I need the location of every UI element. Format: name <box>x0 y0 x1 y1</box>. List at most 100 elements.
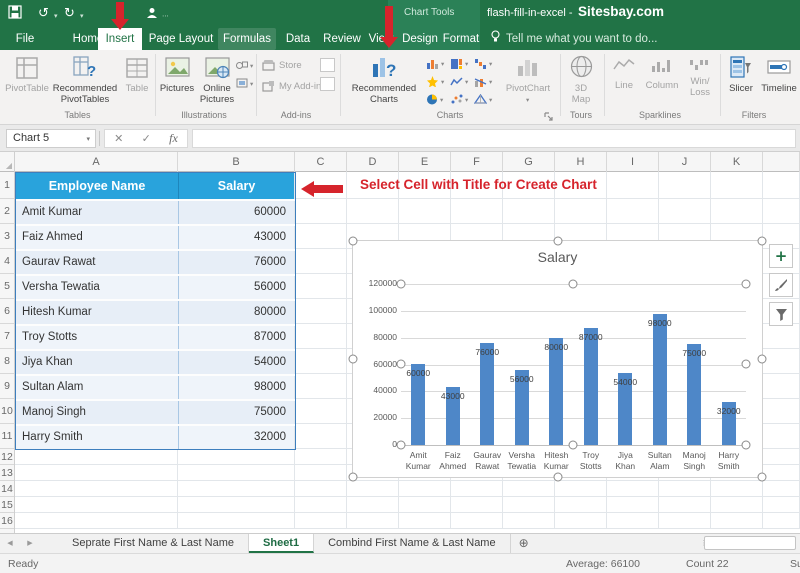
employee-name-cell[interactable]: Troy Stotts <box>16 326 179 349</box>
selection-handle[interactable] <box>553 237 562 246</box>
sheet-tab[interactable]: Combind First Name & Last Name <box>314 534 511 553</box>
sheet-tab[interactable]: Sheet1 <box>249 534 314 553</box>
charts-dialog-launcher[interactable] <box>544 108 554 118</box>
salary-cell[interactable]: 54000 <box>179 351 294 374</box>
insert-line-chart-button[interactable]: ▾ <box>450 76 468 87</box>
plot-selection-handle[interactable] <box>397 280 406 289</box>
column-header[interactable]: J <box>659 152 711 172</box>
column-header[interactable]: H <box>555 152 607 172</box>
tab-format[interactable]: Format <box>440 28 482 50</box>
insert-pie-chart-button[interactable]: ▾ <box>426 94 443 105</box>
screenshot-button[interactable]: ▾ <box>236 78 253 89</box>
pivottable-button[interactable] <box>6 56 48 85</box>
tab-formulas[interactable]: Formulas <box>218 28 276 50</box>
bar[interactable] <box>549 338 563 445</box>
employee-name-cell[interactable]: Versha Tewatia <box>16 276 179 299</box>
slicer-button[interactable] <box>724 55 758 84</box>
sparkline-winloss-button[interactable] <box>684 58 716 77</box>
name-box[interactable]: Chart 5 ▾ <box>6 129 96 148</box>
tab-file[interactable]: File <box>6 28 44 50</box>
sheet-tab[interactable]: Seprate First Name & Last Name <box>58 534 249 553</box>
undo-caret-icon[interactable]: ▾ <box>54 12 58 20</box>
employee-name-cell[interactable]: Jiya Khan <box>16 351 179 374</box>
plot-selection-handle[interactable] <box>569 441 578 450</box>
save-button[interactable] <box>8 5 22 22</box>
row-header[interactable]: 9 <box>0 374 14 399</box>
column-header[interactable]: A <box>15 152 178 172</box>
bar[interactable] <box>687 344 701 445</box>
insert-waterfall-chart-button[interactable]: ▾ <box>474 58 492 69</box>
shapes-button[interactable]: ▾ <box>236 60 253 71</box>
insert-radar-chart-button[interactable]: ▾ <box>474 94 492 105</box>
selection-handle[interactable] <box>349 237 358 246</box>
online-pictures-button[interactable] <box>198 55 236 84</box>
selection-handle[interactable] <box>758 473 767 482</box>
bar[interactable] <box>584 328 598 445</box>
salary-cell[interactable]: 32000 <box>179 426 294 449</box>
row-header[interactable]: 16 <box>0 513 14 529</box>
salary-cell[interactable]: 80000 <box>179 301 294 324</box>
selection-handle[interactable] <box>758 237 767 246</box>
redo-caret-icon[interactable]: ▾ <box>80 12 84 20</box>
salary-cell[interactable]: 98000 <box>179 376 294 399</box>
employee-name-cell[interactable]: Sultan Alam <box>16 376 179 399</box>
row-header[interactable]: 8 <box>0 349 14 374</box>
row-header[interactable]: 3 <box>0 224 14 249</box>
employee-name-cell[interactable]: Harry Smith <box>16 426 179 449</box>
selection-handle[interactable] <box>349 473 358 482</box>
row-header[interactable]: 1 <box>0 172 14 199</box>
employee-name-cell[interactable]: Manoj Singh <box>16 401 179 424</box>
column-header[interactable]: G <box>503 152 555 172</box>
tell-me-box[interactable]: Tell me what you want to do... <box>506 28 666 50</box>
salary-cell[interactable]: 56000 <box>179 276 294 299</box>
salary-chart[interactable]: Salary 120000100000800006000040000200000… <box>352 240 763 478</box>
recommended-pivottables-button[interactable]: ? <box>52 54 118 85</box>
store-button[interactable]: Store <box>262 59 302 71</box>
tab-design[interactable]: Design <box>398 28 442 50</box>
undo-button[interactable]: ↺ <box>38 6 49 21</box>
plot-selection-handle[interactable] <box>742 360 751 369</box>
row-header[interactable]: 5 <box>0 274 14 299</box>
plot-selection-handle[interactable] <box>742 280 751 289</box>
employee-name-cell[interactable]: Hitesh Kumar <box>16 301 179 324</box>
tell-me-bulb[interactable] <box>490 29 501 51</box>
employee-name-cell[interactable]: Amit Kumar <box>16 201 179 224</box>
chart-filters-button[interactable] <box>769 302 793 326</box>
cancel-button[interactable]: ✕ <box>114 132 123 145</box>
timeline-button[interactable] <box>760 55 798 84</box>
pictures-button[interactable] <box>160 55 194 84</box>
addin-quick-button-1[interactable] <box>320 58 335 72</box>
pivotchart-button[interactable] <box>500 54 556 84</box>
column-header[interactable]: I <box>607 152 659 172</box>
column-header[interactable]: K <box>711 152 763 172</box>
chart-elements-button[interactable]: + <box>769 244 793 268</box>
plot-selection-handle[interactable] <box>569 280 578 289</box>
column-header[interactable]: B <box>178 152 295 172</box>
column-header[interactable]: E <box>399 152 451 172</box>
column-header[interactable]: F <box>451 152 503 172</box>
redo-button[interactable]: ↻ <box>64 6 75 21</box>
cell-area[interactable]: Employee Name Salary Amit Kumar 60000 Fa… <box>15 172 800 533</box>
plot-selection-handle[interactable] <box>742 441 751 450</box>
insert-column-chart-button[interactable]: ▾ <box>426 58 444 69</box>
row-header[interactable]: 6 <box>0 299 14 324</box>
row-header[interactable]: 7 <box>0 324 14 349</box>
row-header[interactable]: 12 <box>0 449 14 465</box>
insert-hierarchy-chart-button[interactable]: ▾ <box>450 58 468 69</box>
insert-scatter-chart-button[interactable]: ▾ <box>450 94 468 105</box>
salary-cell[interactable]: 43000 <box>179 226 294 249</box>
salary-cell[interactable]: 87000 <box>179 326 294 349</box>
employee-name-cell[interactable]: Faiz Ahmed <box>16 226 179 249</box>
selection-handle[interactable] <box>349 355 358 364</box>
user-account-button[interactable] <box>146 7 158 22</box>
select-all-corner[interactable]: ◢ <box>0 152 15 172</box>
plot-selection-handle[interactable] <box>397 360 406 369</box>
row-header[interactable]: 14 <box>0 481 14 497</box>
row-header[interactable]: 4 <box>0 249 14 274</box>
name-box-caret-icon[interactable]: ▾ <box>86 131 90 148</box>
recommended-charts-button[interactable]: ? <box>348 54 420 86</box>
chart-styles-button[interactable] <box>769 273 793 297</box>
horizontal-scrollbar[interactable] <box>704 536 796 550</box>
row-header[interactable]: 2 <box>0 199 14 224</box>
column-header[interactable]: C <box>295 152 347 172</box>
